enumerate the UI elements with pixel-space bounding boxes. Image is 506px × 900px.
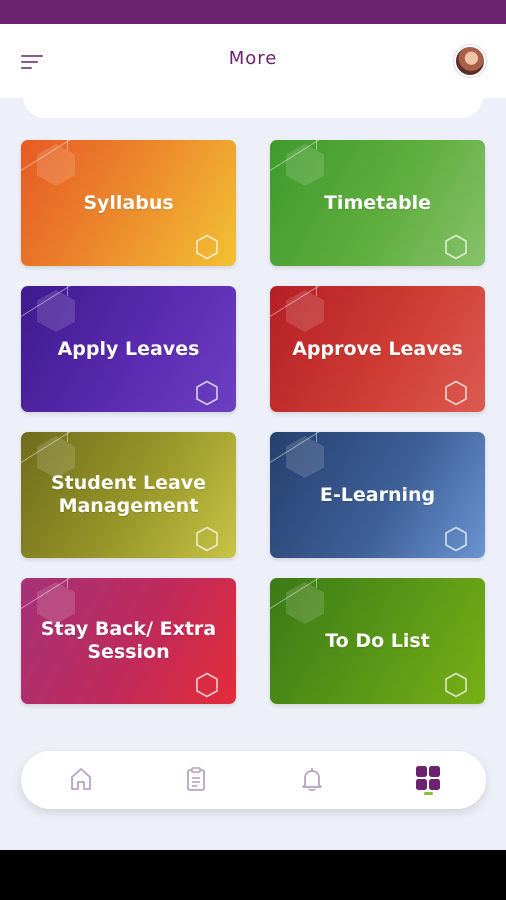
status-bar <box>0 0 506 24</box>
apply-leaves-card[interactable]: Apply Leaves <box>21 286 236 412</box>
approve-leaves-card[interactable]: Approve Leaves <box>270 286 485 412</box>
grid-icon[interactable] <box>412 763 444 795</box>
home-icon[interactable] <box>65 763 97 795</box>
card-label: Stay Back/ Extra Session <box>40 618 217 663</box>
card-label: Timetable <box>323 191 432 214</box>
bottom-navigation <box>21 751 486 809</box>
avatar[interactable] <box>454 45 486 77</box>
active-tab-indicator <box>424 792 433 795</box>
bell-icon[interactable] <box>296 763 328 795</box>
syllabus-card[interactable]: Syllabus <box>21 140 236 266</box>
card-label: Syllabus <box>83 191 174 214</box>
timetable-card[interactable]: Timetable <box>270 140 485 266</box>
app-header: More <box>0 24 506 98</box>
card-label: Approve Leaves <box>292 337 463 360</box>
header-curve <box>23 96 483 118</box>
e-learning-card[interactable]: E-Learning <box>270 432 485 558</box>
system-navigation-bar <box>0 850 506 900</box>
to-do-list-card[interactable]: To Do List <box>270 578 485 704</box>
card-label: E-Learning <box>319 483 436 506</box>
card-label: To Do List <box>325 629 430 652</box>
page-title: More <box>228 48 278 69</box>
student-leave-management-card[interactable]: Student Leave Management <box>21 432 236 558</box>
card-label: Student Leave Management <box>50 472 207 517</box>
card-label: Apply Leaves <box>57 337 200 360</box>
stay-back-extra-session-card[interactable]: Stay Back/ Extra Session <box>21 578 236 704</box>
clipboard-icon[interactable] <box>180 763 212 795</box>
